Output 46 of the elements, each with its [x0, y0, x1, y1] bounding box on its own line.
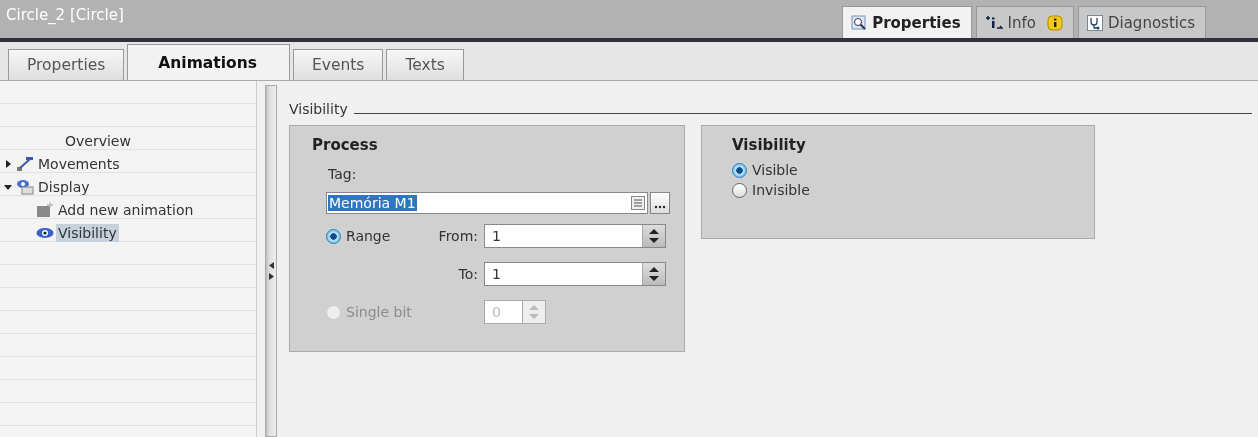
tree-item[interactable]: Visibility: [56, 223, 119, 242]
display-icon: [16, 178, 34, 195]
radio-label: Range: [346, 228, 391, 244]
ellipsis-icon: [654, 205, 666, 209]
magnifier-icon: [851, 14, 868, 31]
radio-button[interactable]: [732, 182, 747, 198]
inspector-tab[interactable]: Diagnostics: [1077, 6, 1206, 38]
info-badge-icon: [1046, 14, 1063, 31]
collapse-left-icon[interactable]: [268, 262, 274, 269]
expand-right-icon[interactable]: [268, 273, 274, 280]
group-title: Visibility: [732, 136, 807, 154]
field-label: To:: [457, 266, 479, 282]
section-title: Visibility: [289, 101, 348, 117]
group-title: Process: [312, 136, 379, 154]
spin-arrows-icon[interactable]: [642, 263, 665, 285]
to-field[interactable]: 1: [484, 262, 666, 286]
inspector-tab[interactable]: Info: [975, 6, 1074, 38]
tree-item[interactable]: Add new animation: [56, 200, 196, 219]
move-arrow-icon: [16, 155, 34, 172]
radio-label: Invisible: [752, 182, 810, 198]
tag-field[interactable]: Memória M1: [326, 192, 648, 214]
tree-item[interactable]: Movements: [36, 154, 122, 173]
inspector-tab[interactable]: Properties: [842, 6, 972, 38]
field-label: Tag:: [328, 166, 358, 182]
from-field[interactable]: 1: [484, 224, 666, 248]
tab[interactable]: Texts: [386, 49, 464, 80]
radio-label: Single bit: [346, 304, 412, 320]
tree-item[interactable]: Display: [36, 177, 92, 196]
tab[interactable]: Events: [292, 49, 384, 80]
radio-button[interactable]: [326, 228, 341, 244]
new-item-icon: [36, 201, 54, 218]
stethoscope-icon: [1086, 14, 1103, 31]
window-title: Circle_2 [Circle]: [5, 6, 125, 26]
tree-item[interactable]: Overview: [63, 131, 133, 150]
tab[interactable]: Properties: [8, 49, 125, 80]
spin-arrows-icon[interactable]: [642, 225, 665, 247]
radio-button[interactable]: [732, 162, 747, 178]
radio-label: Visible: [752, 162, 798, 178]
collapse-arrow-icon[interactable]: [4, 182, 12, 191]
info-arrows-icon: [984, 14, 1003, 31]
field-label: From:: [437, 228, 479, 244]
browse-button[interactable]: [650, 192, 670, 214]
list-icon[interactable]: [631, 196, 645, 210]
eye-icon: [36, 225, 54, 240]
tab[interactable]: Animations: [127, 44, 290, 80]
expand-arrow-icon[interactable]: [4, 159, 12, 168]
